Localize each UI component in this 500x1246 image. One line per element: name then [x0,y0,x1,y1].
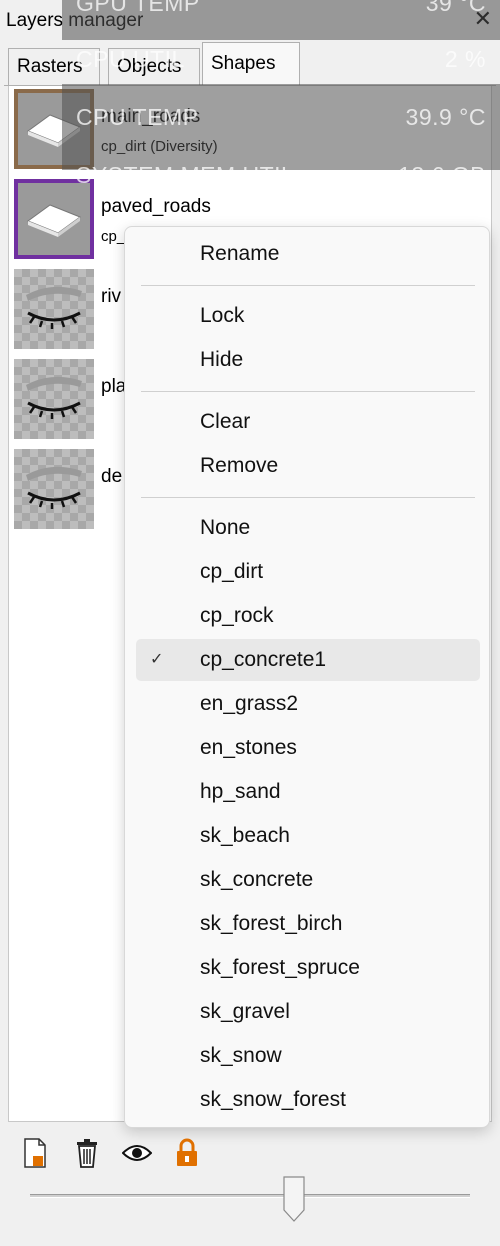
layer-name: paved_roads [101,196,211,217]
menu-item-rename[interactable]: Rename [136,233,480,275]
road-shape-icon [14,179,94,259]
checkmark-icon: ✓ [150,651,164,668]
hidden-eye-icon [14,449,94,529]
opacity-slider-thumb[interactable] [283,1176,305,1222]
road-shape-icon [14,89,94,169]
hidden-eye-icon [14,269,94,349]
menu-item-material-none[interactable]: None [136,507,480,549]
menu-separator [141,285,475,286]
trash-icon[interactable] [72,1136,102,1170]
menu-item-material-sk-forest-birch[interactable]: sk_forest_birch [136,903,480,945]
window-titlebar: Layers manager ✕ [0,0,500,40]
tab-bar: Rasters Objects Shapes [0,40,500,86]
lock-icon[interactable] [172,1136,202,1170]
menu-item-material-cp-dirt[interactable]: cp_dirt [136,551,480,593]
menu-item-material-cp-concrete1[interactable]: ✓ cp_concrete1 [136,639,480,681]
layer-material: cp_dirt (Diversity) [101,138,218,155]
tab-shapes-label: Shapes [211,53,276,74]
menu-separator [141,497,475,498]
menu-item-material-sk-beach[interactable]: sk_beach [136,815,480,857]
menu-item-material-hp-sand[interactable]: hp_sand [136,771,480,813]
menu-item-material-sk-concrete[interactable]: sk_concrete [136,859,480,901]
tab-rasters-label: Rasters [17,56,83,77]
menu-item-material-cp-rock[interactable]: cp_rock [136,595,480,637]
menu-item-remove[interactable]: Remove [136,445,480,487]
menu-item-material-sk-snow[interactable]: sk_snow [136,1035,480,1077]
layer-item-main-roads[interactable]: main_roads cp_dirt (Diversity) [13,88,489,170]
layer-name: riv [101,286,122,307]
context-menu: Rename Lock Hide Clear Remove None cp_di… [124,226,490,1128]
menu-item-clear[interactable]: Clear [136,401,480,443]
menu-item-material-en-grass2[interactable]: en_grass2 [136,683,480,725]
layer-name: main_roads [101,106,201,127]
eye-icon[interactable] [122,1136,152,1170]
hidden-eye-icon [14,359,94,439]
layer-name: de [101,466,123,487]
menu-item-material-sk-forest-spruce[interactable]: sk_forest_spruce [136,947,480,989]
layer-material: cp_ [101,228,126,245]
menu-item-material-sk-gravel[interactable]: sk_gravel [136,991,480,1033]
menu-item-material-en-stones[interactable]: en_stones [136,727,480,769]
menu-item-lock[interactable]: Lock [136,295,480,337]
menu-item-material-sk-snow-forest[interactable]: sk_snow_forest [136,1079,480,1121]
tab-objects-label: Objects [117,56,182,77]
window-title: Layers manager [6,10,144,31]
tab-rasters[interactable]: Rasters [8,48,100,86]
close-icon[interactable]: ✕ [474,8,492,30]
new-layer-icon[interactable] [20,1136,50,1170]
menu-item-hide[interactable]: Hide [136,339,480,381]
opacity-slider-track[interactable] [30,1194,470,1198]
tab-shapes[interactable]: Shapes [202,42,300,86]
menu-item-label: cp_concrete1 [200,648,327,671]
menu-separator [141,391,475,392]
layer-name: pla [101,376,127,397]
tab-objects[interactable]: Objects [108,48,200,86]
